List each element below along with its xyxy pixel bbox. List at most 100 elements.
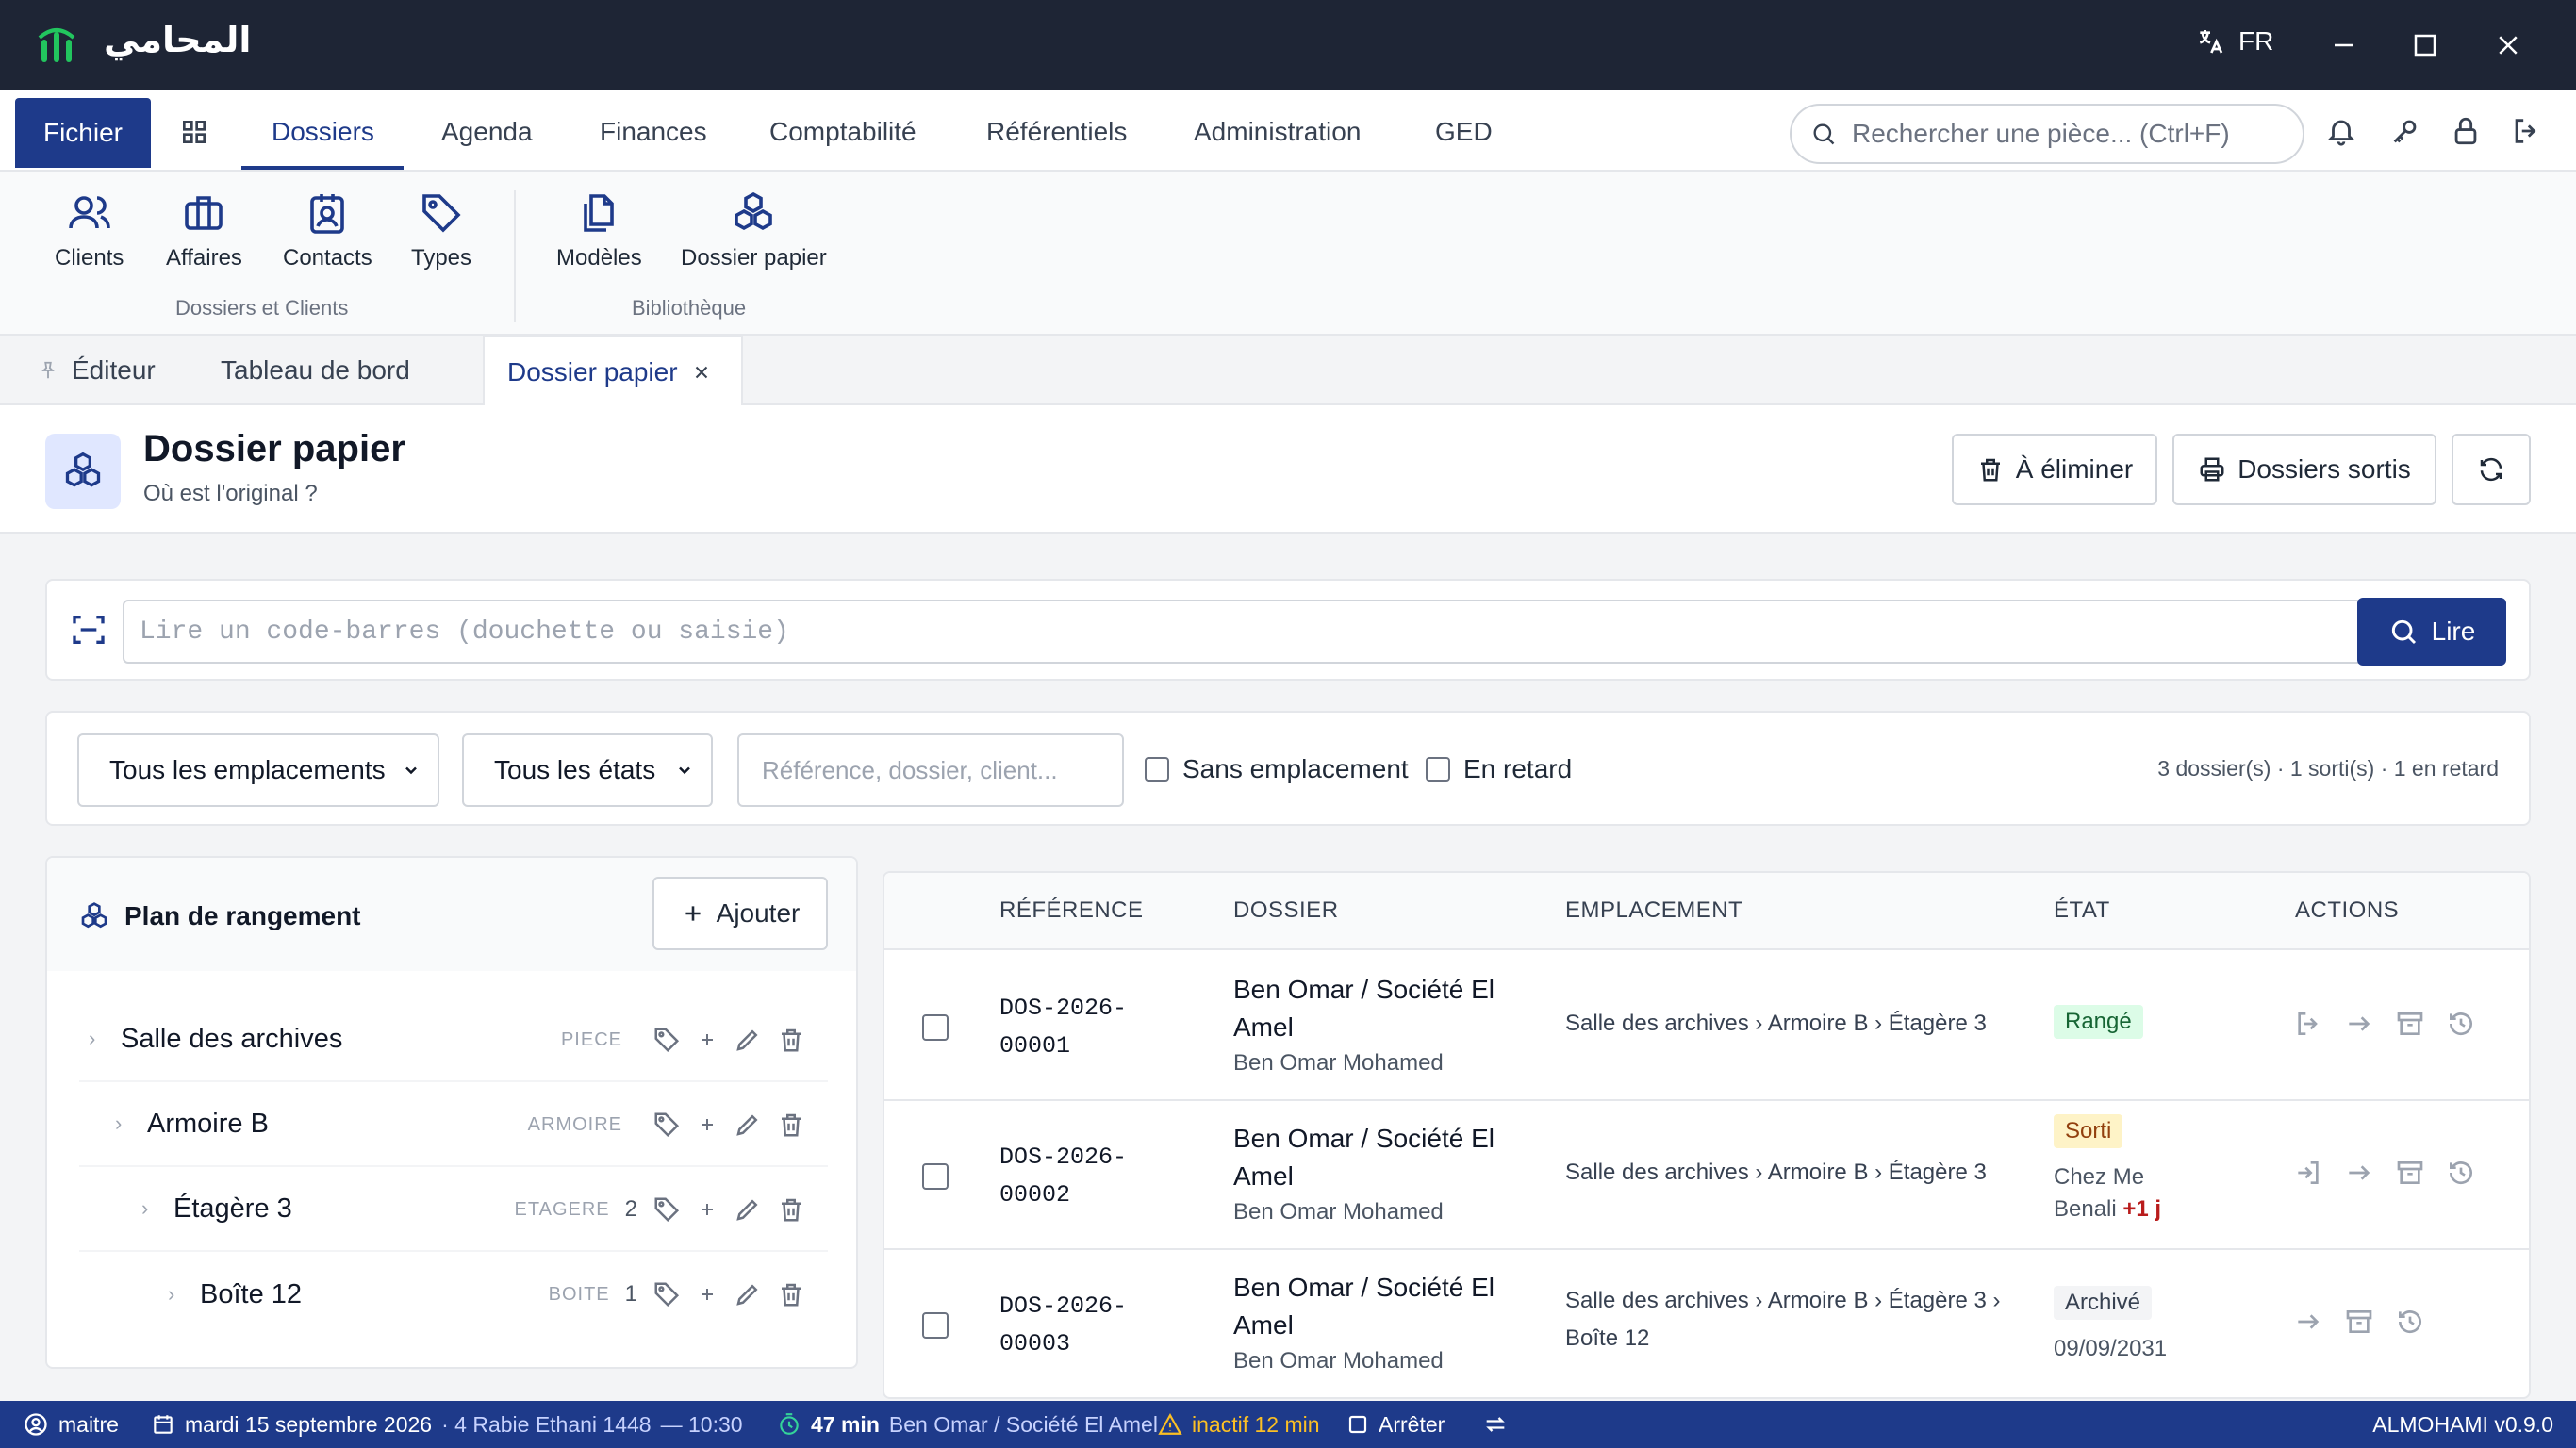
table-row[interactable]: DOS-2026- 00001 Ben Omar / Société El Am… (884, 952, 2529, 1101)
late-checkbox-box[interactable] (1426, 757, 1450, 782)
add-child-icon[interactable] (696, 1198, 718, 1221)
tag-icon[interactable] (652, 1111, 681, 1139)
trash-icon[interactable] (777, 1111, 805, 1139)
tag-icon[interactable] (652, 1280, 681, 1308)
ribbon-types-button[interactable]: Types (411, 190, 471, 272)
tab-dossier-papier[interactable]: Dossier papier (483, 336, 743, 407)
tree-node[interactable]: › Armoire B ARMOIRE (79, 1082, 828, 1167)
add-child-icon[interactable] (696, 1028, 718, 1051)
history-icon[interactable] (2395, 1307, 2425, 1337)
menu-ged[interactable]: GED (1435, 117, 1493, 147)
read-barcode-button[interactable]: Lire (2357, 598, 2506, 666)
ribbon-contacts-button[interactable]: Contacts (283, 190, 372, 272)
ribbon-modeles-button[interactable]: Modèles (556, 190, 642, 272)
menu-comptabilite[interactable]: Comptabilité (769, 117, 916, 147)
no-location-checkbox[interactable]: Sans emplacement (1145, 754, 1409, 784)
checkin-icon[interactable] (2293, 1158, 2323, 1188)
bell-icon[interactable] (2325, 115, 2357, 147)
edit-icon[interactable] (734, 1195, 762, 1224)
stop-timer-button[interactable]: Arrêter (1346, 1401, 1445, 1448)
checkout-icon[interactable] (2293, 1009, 2323, 1039)
add-child-icon[interactable] (696, 1113, 718, 1136)
barcode-input[interactable] (123, 600, 2389, 664)
edit-icon[interactable] (734, 1111, 762, 1139)
menu-finances[interactable]: Finances (600, 117, 707, 147)
tag-icon[interactable] (652, 1195, 681, 1224)
status-badge: Rangé (2054, 1005, 2143, 1039)
row-dossier[interactable]: Ben Omar / Société El Amel (1233, 971, 1535, 1046)
ribbon-affaires-button[interactable]: Affaires (166, 190, 242, 272)
to-eliminate-button[interactable]: À éliminer (1952, 434, 2157, 505)
status-timer[interactable]: 47 min Ben Omar / Société El Amel (777, 1401, 1158, 1448)
menu-referentiels[interactable]: Référentiels (986, 117, 1127, 147)
tree-node-type: BOITE (548, 1283, 610, 1305)
archive-icon[interactable] (2344, 1307, 2374, 1337)
location-filter-select[interactable]: Tous les emplacements (77, 733, 439, 807)
tag-icon[interactable] (652, 1026, 681, 1054)
tab-editeur[interactable]: Éditeur (38, 336, 156, 405)
column-header-etat[interactable]: ÉTAT (2054, 897, 2110, 924)
reference-filter-input[interactable] (737, 733, 1124, 807)
trash-icon[interactable] (777, 1280, 805, 1308)
trash-icon[interactable] (777, 1195, 805, 1224)
edit-icon[interactable] (734, 1026, 762, 1054)
archive-icon[interactable] (2395, 1158, 2425, 1188)
column-header-dossier[interactable]: DOSSIER (1233, 897, 1339, 924)
no-location-checkbox-box[interactable] (1145, 757, 1169, 782)
tree-node[interactable]: › Boîte 12 BOITE 1 (79, 1252, 828, 1337)
ribbon-clients-button[interactable]: Clients (55, 190, 124, 272)
column-header-emplacement[interactable]: EMPLACEMENT (1565, 897, 1742, 924)
tab-tableau-de-bord[interactable]: Tableau de bord (221, 336, 410, 405)
switch-timer-icon[interactable] (1482, 1401, 1509, 1448)
archive-icon[interactable] (2395, 1009, 2425, 1039)
status-user-name: maitre (58, 1411, 119, 1437)
tree-node[interactable]: › Étagère 3 ETAGERE 2 (79, 1167, 828, 1252)
logout-icon[interactable] (2510, 115, 2542, 147)
row-checkbox[interactable] (922, 1163, 949, 1190)
close-tab-icon[interactable] (691, 362, 712, 383)
apps-grid-icon[interactable] (179, 117, 209, 147)
move-arrow-icon[interactable] (2344, 1158, 2374, 1188)
chevron-right-icon[interactable]: › (115, 1111, 138, 1136)
menu-dossiers[interactable]: Dossiers (272, 117, 374, 147)
table-row[interactable]: DOS-2026- 00003 Ben Omar / Société El Am… (884, 1250, 2529, 1397)
refresh-button[interactable] (2452, 434, 2531, 505)
row-location-line1: Salle des archives › Armoire B › Étagère… (1565, 1288, 2001, 1313)
maximize-button[interactable] (2406, 26, 2444, 64)
key-icon[interactable] (2389, 115, 2421, 147)
chevron-right-icon[interactable]: › (89, 1027, 111, 1051)
add-location-button[interactable]: Ajouter (652, 877, 828, 950)
column-header-reference[interactable]: RÉFÉRENCE (999, 897, 1144, 924)
file-menu-button[interactable]: Fichier (15, 98, 151, 168)
history-icon[interactable] (2446, 1158, 2476, 1188)
move-arrow-icon[interactable] (2344, 1009, 2374, 1039)
lock-icon[interactable] (2450, 115, 2482, 147)
row-dossier[interactable]: Ben Omar / Société El Amel (1233, 1269, 1535, 1344)
global-search-input[interactable] (1852, 119, 2286, 149)
state-filter-select[interactable]: Tous les états (462, 733, 713, 807)
trash-icon[interactable] (777, 1026, 805, 1054)
menu-administration[interactable]: Administration (1194, 117, 1361, 147)
checked-out-files-button[interactable]: Dossiers sortis (2172, 434, 2436, 505)
menu-agenda[interactable]: Agenda (441, 117, 533, 147)
close-window-button[interactable] (2489, 26, 2527, 64)
minimize-button[interactable] (2325, 26, 2363, 64)
row-dossier[interactable]: Ben Omar / Société El Amel (1233, 1120, 1535, 1195)
plus-icon (681, 901, 705, 926)
language-switch[interactable]: FR (2195, 26, 2273, 57)
ribbon-group-label-bibliotheque: Bibliothèque (632, 296, 747, 320)
history-icon[interactable] (2446, 1009, 2476, 1039)
table-row[interactable]: DOS-2026- 00002 Ben Omar / Société El Am… (884, 1101, 2529, 1250)
edit-icon[interactable] (734, 1280, 762, 1308)
late-checkbox[interactable]: En retard (1426, 754, 1572, 784)
move-arrow-icon[interactable] (2293, 1307, 2323, 1337)
global-search[interactable] (1790, 104, 2304, 164)
pin-icon (38, 360, 58, 381)
chevron-right-icon[interactable]: › (141, 1196, 164, 1221)
row-checkbox[interactable] (922, 1014, 949, 1041)
row-checkbox[interactable] (922, 1312, 949, 1339)
add-child-icon[interactable] (696, 1283, 718, 1306)
tree-node[interactable]: › Salle des archives PIECE (79, 997, 828, 1082)
ribbon-dossier-papier-button[interactable]: Dossier papier (681, 190, 827, 272)
chevron-right-icon[interactable]: › (168, 1282, 190, 1307)
